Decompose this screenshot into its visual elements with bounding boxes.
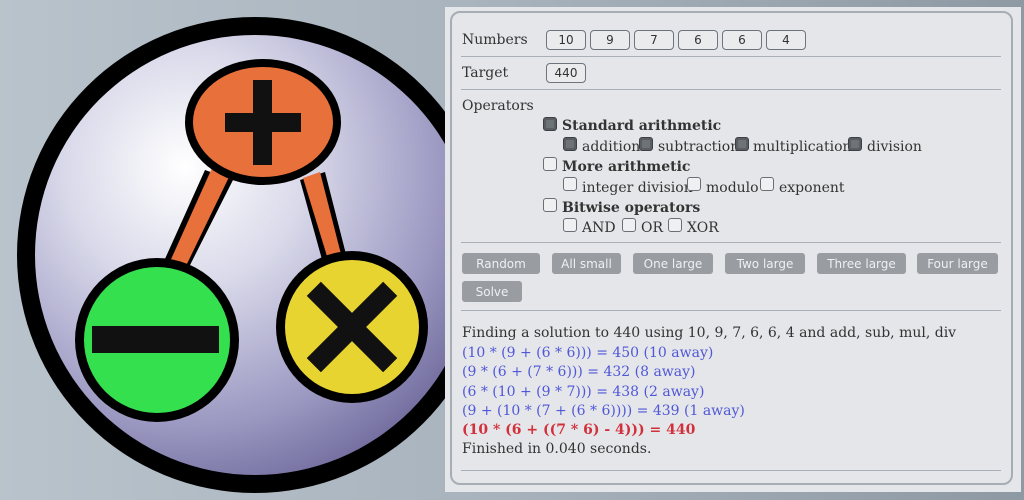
solve-button[interactable]: Solve: [462, 281, 522, 302]
output-line-attempt: (6 * (10 + (9 * 7))) = 438 (2 away): [462, 384, 705, 400]
number-input-2[interactable]: 9: [590, 30, 630, 50]
three-large-button[interactable]: Three large: [817, 253, 906, 274]
standard-arithmetic-checkbox[interactable]: [543, 117, 557, 131]
xor-checkbox[interactable]: [668, 218, 682, 232]
output-line-timing: Finished in 0.040 seconds.: [462, 441, 652, 457]
modulo-label: modulo: [706, 180, 759, 196]
operators-label: Operators: [462, 98, 534, 114]
xor-label: XOR: [687, 220, 719, 236]
addition-checkbox[interactable]: [563, 137, 577, 151]
output-line-attempt: (9 * (6 + (7 * 6))) = 432 (8 away): [462, 364, 696, 380]
all-small-button[interactable]: All small: [552, 253, 621, 274]
number-input-3[interactable]: 7: [634, 30, 674, 50]
target-label: Target: [462, 65, 509, 81]
number-input-1[interactable]: 10: [546, 30, 586, 50]
multiplication-checkbox[interactable]: [735, 137, 749, 151]
or-checkbox[interactable]: [622, 218, 636, 232]
and-label: AND: [582, 220, 616, 236]
plus-icon: [185, 59, 341, 185]
divider: [461, 89, 1001, 90]
modulo-checkbox[interactable]: [687, 177, 701, 191]
standard-arithmetic-label: Standard arithmetic: [562, 118, 722, 134]
multiplication-label: multiplication: [753, 139, 852, 155]
or-label: OR: [641, 220, 664, 236]
integer-division-checkbox[interactable]: [563, 177, 577, 191]
addition-label: addition: [582, 139, 641, 155]
output-line-attempt: (9 + (10 * (7 + (6 * 6)))) = 439 (1 away…: [462, 403, 745, 419]
integer-division-label: integer division: [582, 180, 693, 196]
number-input-5[interactable]: 6: [722, 30, 762, 50]
four-large-button[interactable]: Four large: [917, 253, 998, 274]
divider: [461, 56, 1001, 57]
bitwise-operators-checkbox[interactable]: [543, 198, 557, 212]
number-input-6[interactable]: 4: [766, 30, 806, 50]
division-checkbox[interactable]: [848, 137, 862, 151]
output-line-status: Finding a solution to 440 using 10, 9, 7…: [462, 325, 957, 341]
exponent-checkbox[interactable]: [760, 177, 774, 191]
divider: [461, 310, 1001, 311]
subtraction-checkbox[interactable]: [639, 137, 653, 151]
bitwise-operators-label: Bitwise operators: [562, 200, 701, 216]
divider: [461, 470, 1001, 471]
subtraction-label: subtraction: [658, 139, 740, 155]
output-line-attempt: (10 * (9 + (6 * 6))) = 450 (10 away): [462, 345, 714, 361]
one-large-button[interactable]: One large: [633, 253, 713, 274]
and-checkbox[interactable]: [563, 218, 577, 232]
random-button[interactable]: Random: [462, 253, 540, 274]
division-label: division: [867, 139, 922, 155]
more-arithmetic-checkbox[interactable]: [543, 157, 557, 171]
output-line-solution: (10 * (6 + ((7 * 6) - 4))) = 440: [462, 422, 696, 438]
numbers-label: Numbers: [462, 32, 528, 48]
two-large-button[interactable]: Two large: [725, 253, 805, 274]
divider: [461, 242, 1001, 243]
number-input-4[interactable]: 6: [678, 30, 718, 50]
target-input[interactable]: 440: [546, 63, 586, 83]
multiply-icon: [276, 251, 428, 403]
minus-icon: [75, 258, 239, 422]
more-arithmetic-label: More arithmetic: [562, 159, 691, 175]
exponent-label: exponent: [779, 180, 845, 196]
app-logo: [17, 17, 493, 493]
